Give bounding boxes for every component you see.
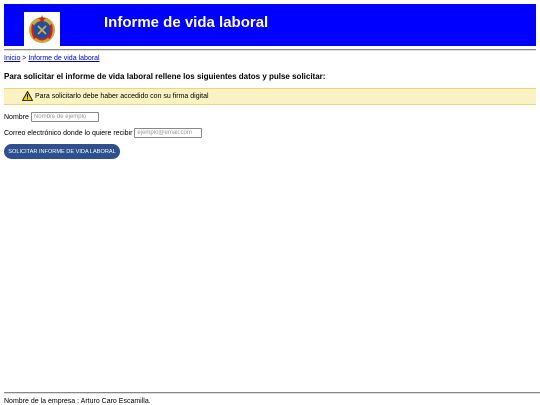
name-input[interactable] — [30, 112, 99, 122]
submit-button[interactable]: SOLICITAR INFORME DE VIDA LABORAL — [4, 144, 120, 159]
bottom-divider — [4, 392, 540, 394]
notice-banner: Para solicitarlo debe haber accedido con… — [4, 88, 536, 105]
name-label: Nombre — [4, 113, 29, 121]
intro-heading: Para solicitar el informe de vida labora… — [4, 72, 326, 81]
warning-icon — [22, 91, 33, 101]
emblem-icon — [24, 12, 60, 48]
breadcrumb-home-link[interactable]: Inicio — [4, 55, 20, 62]
name-row: Nombre — [4, 112, 99, 122]
email-label: Correo electrónico donde lo quiere recib… — [4, 129, 133, 137]
email-input[interactable] — [134, 128, 203, 138]
breadcrumb: Inicio > Informe de vida laboral — [4, 55, 100, 62]
top-divider — [4, 49, 536, 51]
page-title: Informe de vida laboral — [104, 14, 269, 31]
notice-text: Para solicitarlo debe haber accedido con… — [35, 93, 209, 100]
page: Informe de vida laboral Inicio > Informe… — [0, 0, 540, 405]
header-bar: Informe de vida laboral — [4, 4, 536, 48]
breadcrumb-current-link[interactable]: Informe de vida laboral — [28, 55, 99, 62]
footer-text: Nombre de la empresa : Arturo Caro Escam… — [4, 398, 151, 405]
breadcrumb-separator: > — [22, 55, 27, 62]
email-row: Correo electrónico donde lo quiere recib… — [4, 128, 203, 138]
